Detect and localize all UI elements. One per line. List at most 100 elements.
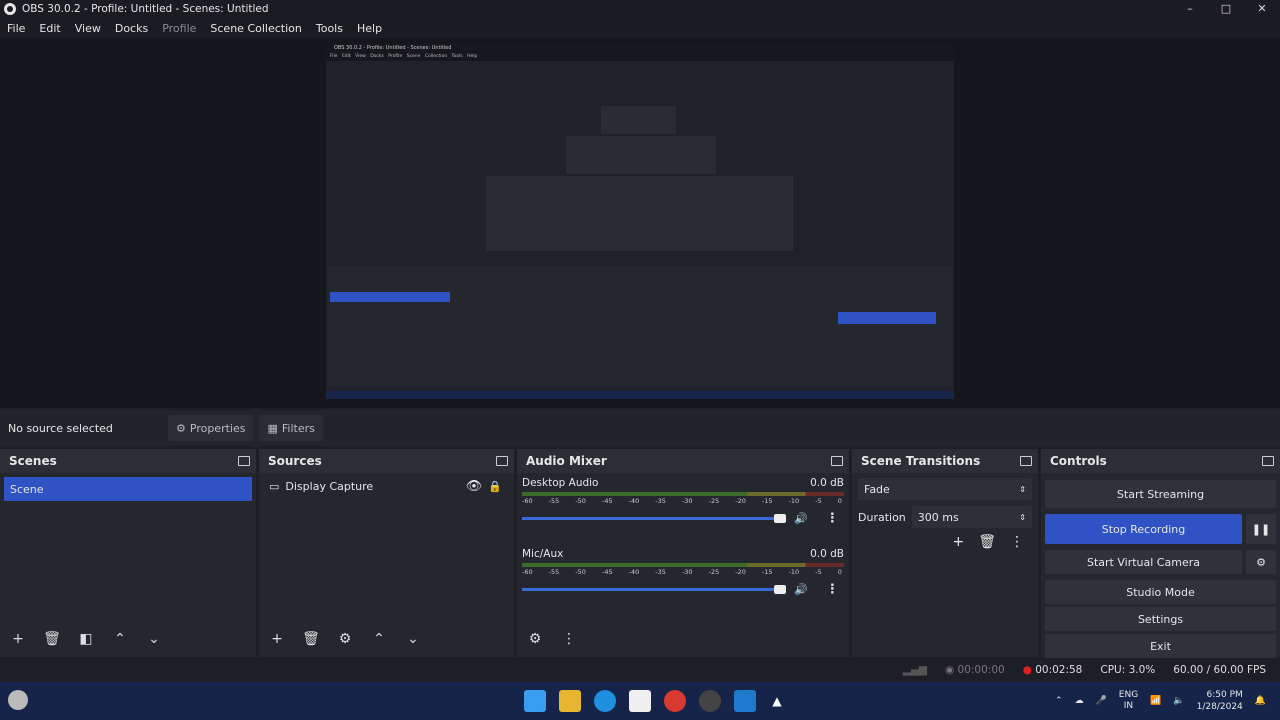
filter-icon[interactable]: ◧	[76, 631, 96, 647]
studio-mode-button[interactable]: Studio Mode	[1045, 580, 1276, 604]
volume-slider-handle[interactable]	[774, 514, 786, 523]
trash-icon[interactable]: 🗑	[42, 631, 62, 647]
transition-select[interactable]: Fade ⇕	[858, 478, 1032, 500]
volume-slider-handle[interactable]	[774, 585, 786, 594]
source-item[interactable]: ▭ Display Capture 👁 🔒	[259, 473, 514, 499]
volume-meter	[522, 563, 844, 567]
more-options-icon[interactable]: ⋮	[826, 511, 839, 526]
wifi-icon[interactable]: 📶	[1150, 696, 1161, 706]
controls-dock: Controls Start Streaming Stop Recording …	[1041, 449, 1280, 658]
onedrive-icon[interactable]: ☁	[1075, 696, 1084, 706]
edge-browser-icon[interactable]	[594, 690, 616, 712]
float-dock-icon[interactable]	[831, 456, 843, 466]
settings-button[interactable]: Settings	[1045, 607, 1276, 631]
more-options-icon[interactable]: ⋮	[1010, 534, 1024, 550]
chevron-up-icon[interactable]: ⌃	[1055, 696, 1063, 706]
gear-icon[interactable]: ⚙	[335, 631, 355, 647]
weather-icon[interactable]	[8, 690, 28, 710]
meter-ticks: -60 -55 -50 -45 -40 -35 -30 -25 -20 -15 -10 -5 0	[522, 497, 842, 505]
language-indicator[interactable]: ENG IN	[1119, 690, 1138, 712]
trash-icon[interactable]: 🗑	[978, 534, 996, 550]
stream-time: 00:00:00	[957, 664, 1005, 676]
volume-slider[interactable]	[522, 514, 786, 523]
menu-view[interactable]: View	[68, 22, 108, 35]
advanced-audio-gear-icon[interactable]: ⚙	[525, 631, 545, 647]
record-time: 00:02:58	[1035, 664, 1083, 676]
windows-start-icon[interactable]	[524, 690, 546, 712]
channel-level: 0.0 dB	[810, 548, 844, 560]
transition-value: Fade	[864, 482, 890, 496]
notification-bell-icon[interactable]: 🔔	[1255, 696, 1266, 706]
trash-icon[interactable]: 🗑	[301, 631, 321, 647]
menu-file[interactable]: File	[0, 22, 32, 35]
speaker-icon[interactable]: 🔊	[794, 583, 808, 596]
status-bar: ▂▄▆ ◉ 00:00:00 ● 00:02:58 CPU: 3.0% 60.0…	[0, 659, 1280, 681]
move-down-icon[interactable]: ⌄	[403, 631, 423, 647]
windows-taskbar: ▲ ⌃ ☁ 🎤 ENG IN 📶 🔈 6:50 PM 1/28/2024 🔔	[0, 682, 1280, 720]
stream-indicator-icon: ◉	[945, 664, 955, 676]
virtual-camera-gear-icon[interactable]: ⚙	[1246, 550, 1276, 574]
float-dock-icon[interactable]	[496, 456, 508, 466]
lang-label: ENG	[1118, 690, 1139, 700]
add-icon[interactable]: +	[267, 631, 287, 647]
menu-help[interactable]: Help	[350, 22, 389, 35]
stop-recording-button[interactable]: Stop Recording	[1045, 514, 1242, 544]
gear-icon: ⚙	[176, 421, 186, 435]
filter-icon: ▦	[267, 421, 278, 435]
menu-tools[interactable]: Tools	[309, 22, 350, 35]
eye-icon[interactable]: 👁	[466, 479, 483, 494]
chrome-icon[interactable]	[664, 690, 686, 712]
menu-edit[interactable]: Edit	[32, 22, 67, 35]
speaker-icon[interactable]: 🔊	[794, 512, 808, 525]
filters-label: Filters	[281, 421, 315, 435]
properties-button[interactable]: ⚙ Properties	[168, 415, 254, 441]
obs-taskbar-icon[interactable]	[699, 690, 721, 712]
scene-item[interactable]: Scene	[4, 477, 252, 501]
move-down-icon[interactable]: ⌄	[144, 631, 164, 647]
menu-profile[interactable]: Profile	[155, 22, 203, 35]
store-icon[interactable]	[629, 690, 651, 712]
add-icon[interactable]: +	[952, 534, 964, 550]
duration-spinbox[interactable]: 300 ms ⇕	[911, 506, 1032, 528]
vscode-icon[interactable]	[734, 690, 756, 712]
mouse-cursor-icon: ▲	[772, 694, 782, 708]
mixer-channel: Mic/Aux 0.0 dB -60 -55 -50 -45 -40 -35 -30 -25 -2…	[517, 544, 849, 597]
float-dock-icon[interactable]	[1262, 456, 1274, 466]
volume-icon[interactable]: 🔈	[1173, 696, 1184, 706]
spin-arrows-icon[interactable]: ⇕	[1019, 513, 1026, 522]
menu-docks[interactable]: Docks	[108, 22, 155, 35]
duration-label: Duration	[858, 510, 906, 524]
menu-bar: File Edit View Docks Profile Scene Colle…	[0, 18, 1280, 38]
add-icon[interactable]: +	[8, 631, 28, 647]
menu-scene-collection[interactable]: Scene Collection	[203, 22, 308, 35]
float-dock-icon[interactable]	[238, 456, 250, 466]
move-up-icon[interactable]: ⌃	[369, 631, 389, 647]
exit-button[interactable]: Exit	[1045, 634, 1276, 658]
more-options-icon[interactable]: ⋮	[559, 631, 579, 647]
float-dock-icon[interactable]	[1020, 456, 1032, 466]
volume-slider[interactable]	[522, 585, 786, 594]
stream-status: ◉ 00:00:00	[945, 664, 1005, 676]
properties-label: Properties	[189, 421, 246, 435]
start-virtual-camera-button[interactable]: Start Virtual Camera	[1045, 550, 1242, 574]
record-status: ● 00:02:58	[1023, 664, 1083, 676]
filters-button[interactable]: ▦ Filters	[259, 415, 323, 441]
source-toolbar: No source selected ⚙ Properties ▦ Filters	[0, 410, 1280, 446]
clock[interactable]: 6:50 PM 1/28/2024	[1197, 689, 1243, 713]
microphone-icon[interactable]: 🎤	[1096, 696, 1107, 706]
start-streaming-button[interactable]: Start Streaming	[1045, 480, 1276, 508]
close-button[interactable]: ✕	[1244, 0, 1280, 18]
volume-meter	[522, 492, 844, 496]
meter-ticks: -60 -55 -50 -45 -40 -35 -30 -25 -20 -15 -10 -5 0	[522, 568, 842, 576]
lock-icon[interactable]: 🔒	[488, 480, 502, 493]
preview-nested-menu: File Edit View Docks Profile Scene Colle…	[326, 53, 954, 61]
minimize-button[interactable]: –	[1172, 0, 1208, 18]
clock-time: 6:50 PM	[1206, 690, 1243, 700]
channel-name: Mic/Aux	[522, 548, 564, 560]
monitor-icon: ▭	[269, 479, 280, 493]
more-options-icon[interactable]: ⋮	[826, 582, 839, 597]
pause-recording-icon[interactable]: ❚❚	[1246, 514, 1276, 544]
move-up-icon[interactable]: ⌃	[110, 631, 130, 647]
file-explorer-icon[interactable]	[559, 690, 581, 712]
maximize-button[interactable]: □	[1208, 0, 1244, 18]
